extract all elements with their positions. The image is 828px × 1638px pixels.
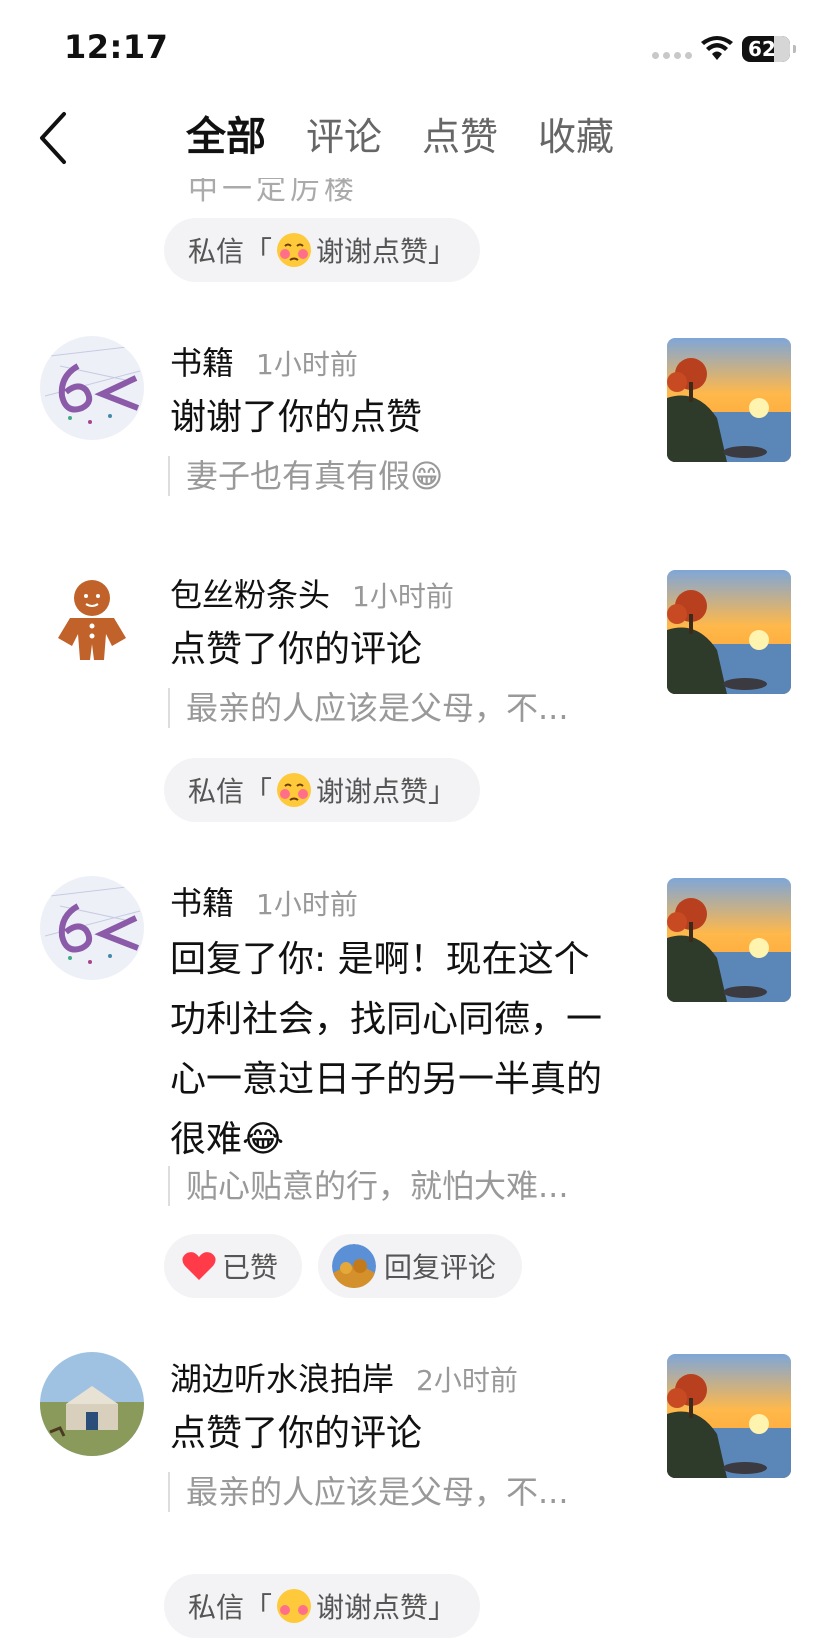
timestamp: 1小时前 <box>256 888 358 921</box>
dm-thanks-button[interactable]: 私信「 谢谢点赞」 <box>164 758 480 822</box>
tab-comments[interactable]: 评论 <box>306 112 382 162</box>
post-thumbnail[interactable] <box>667 1354 791 1478</box>
dm-prefix: 私信「 <box>188 235 273 268</box>
timestamp: 1小时前 <box>352 580 454 613</box>
username[interactable]: 书籍 <box>170 878 234 924</box>
username[interactable]: 包丝粉条头 <box>170 570 330 616</box>
post-thumbnail[interactable] <box>667 570 791 694</box>
name-line: 包丝粉条头 1小时前 <box>170 570 454 616</box>
tab-likes[interactable]: 点赞 <box>422 112 498 162</box>
notification-list[interactable]: 中一定厉楼 私信「 谢谢点赞」 书籍 1小时前 谢谢了你的点赞 妻子也有真有假😁… <box>0 0 828 1638</box>
quoted-comment[interactable]: 最亲的人应该是父母，不... <box>168 1472 569 1512</box>
quoted-comment[interactable]: 最亲的人应该是父母，不... <box>168 688 569 728</box>
blush-emoji-icon <box>277 1589 311 1623</box>
top-nav: 全部 评论 点赞 收藏 <box>0 96 828 178</box>
battery-level: 62 <box>748 37 776 61</box>
timestamp: 2小时前 <box>416 1364 518 1397</box>
avatar[interactable] <box>40 568 144 672</box>
tab-all[interactable]: 全部 <box>186 112 266 162</box>
action-text: 回复了你: 是啊！现在这个功利社会，找同心同德，一心一意过日子的另一半真的很难😂 <box>170 939 603 1160</box>
tab-bar: 全部 评论 点赞 收藏 <box>186 112 614 162</box>
dm-prefix: 私信「 <box>188 775 273 808</box>
tab-favorites[interactable]: 收藏 <box>538 112 614 162</box>
username[interactable]: 湖边听水浪拍岸 <box>170 1354 394 1400</box>
quoted-comment[interactable]: 妻子也有真有假😁 <box>168 456 443 496</box>
dm-label: 谢谢点赞」 <box>316 1591 457 1624</box>
back-icon[interactable] <box>34 110 74 166</box>
avatar[interactable] <box>40 1352 144 1456</box>
action-text: 点赞了你的评论 <box>170 1413 423 1454</box>
name-line: 书籍 1小时前 <box>170 878 358 924</box>
action-text: 谢谢了你的点赞 <box>170 397 423 438</box>
action-text: 点赞了你的评论 <box>170 629 423 670</box>
blush-emoji-icon <box>277 773 311 807</box>
username[interactable]: 书籍 <box>170 338 234 384</box>
reply-label: 回复评论 <box>384 1251 497 1284</box>
reply-comment-button[interactable]: 回复评论 <box>318 1234 522 1298</box>
dm-label: 谢谢点赞」 <box>316 235 457 268</box>
quoted-comment[interactable]: 贴心贴意的行，就怕大难... <box>168 1166 569 1206</box>
dm-thanks-button[interactable]: 私信「 谢谢点赞」 <box>164 1574 480 1638</box>
dm-prefix: 私信「 <box>188 1591 273 1624</box>
heart-icon <box>182 1252 216 1280</box>
post-thumbnail[interactable] <box>667 878 791 1002</box>
my-avatar <box>332 1244 376 1288</box>
avatar[interactable] <box>40 336 144 440</box>
name-line: 湖边听水浪拍岸 2小时前 <box>170 1354 518 1400</box>
avatar[interactable] <box>40 876 144 980</box>
liked-label: 已赞 <box>222 1251 279 1284</box>
timestamp: 1小时前 <box>256 348 358 381</box>
post-thumbnail[interactable] <box>667 338 791 462</box>
blush-emoji-icon <box>277 233 311 267</box>
dm-label: 谢谢点赞」 <box>316 775 457 808</box>
dm-thanks-button[interactable]: 私信「 谢谢点赞」 <box>164 218 480 282</box>
liked-button[interactable]: 已赞 <box>164 1234 302 1298</box>
name-line: 书籍 1小时前 <box>170 338 358 384</box>
